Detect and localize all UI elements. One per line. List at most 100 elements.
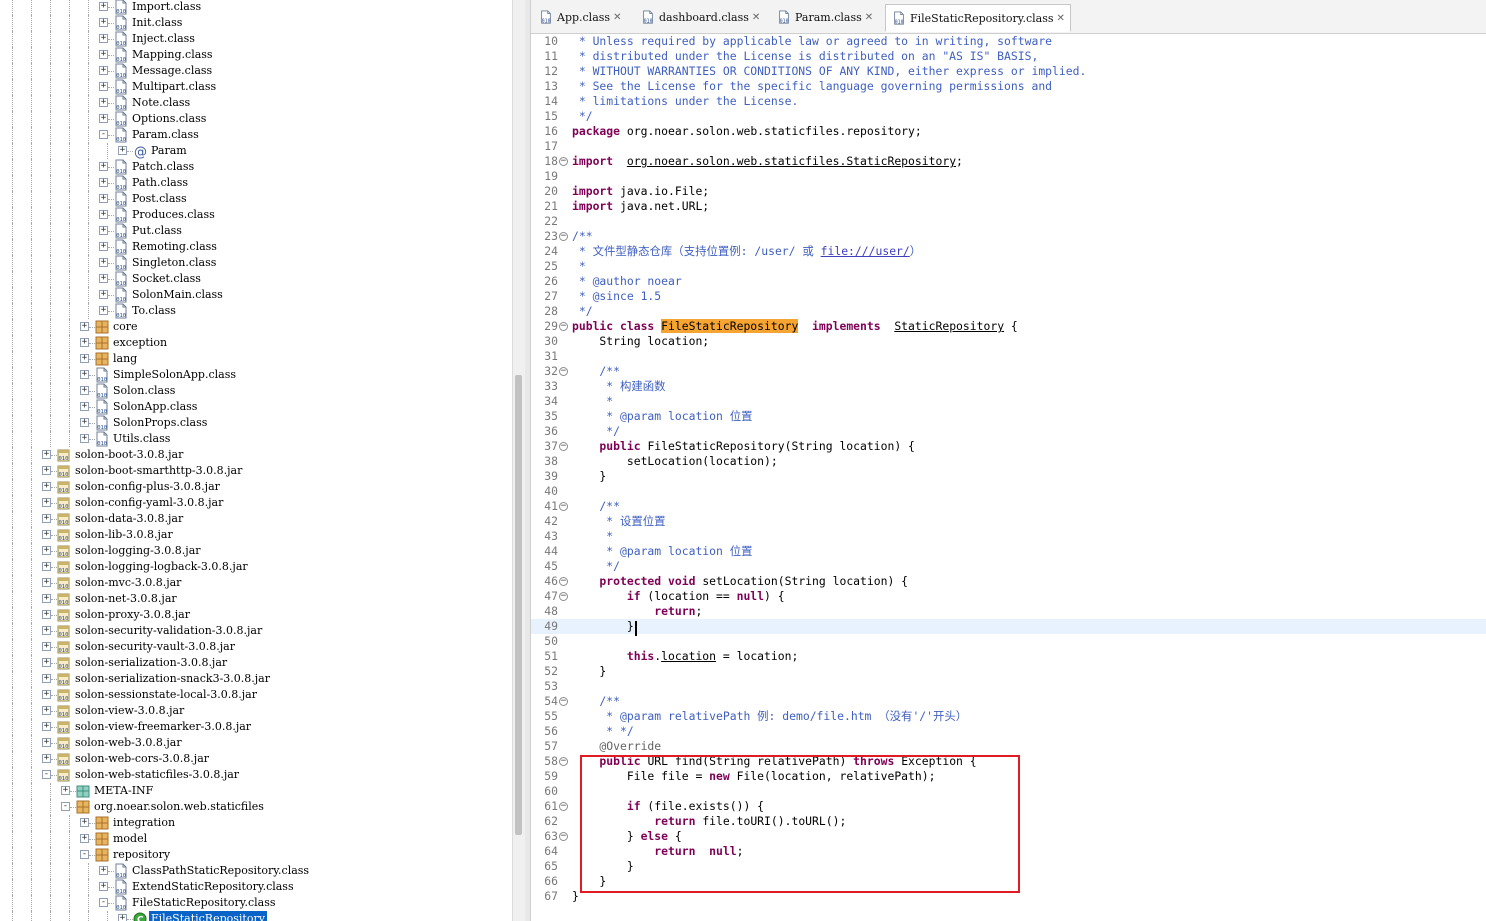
tree-node[interactable]: +010 Remoting.class (0, 239, 512, 255)
tree-node-label[interactable]: Import.class (130, 0, 203, 15)
tree-node[interactable]: +010 Options.class (0, 111, 512, 127)
tree-node[interactable]: +010 Note.class (0, 95, 512, 111)
expand-toggle-icon[interactable]: + (80, 418, 89, 427)
collapse-toggle-icon[interactable]: - (42, 770, 51, 779)
fold-collapse-icon[interactable]: − (559, 832, 568, 841)
code-line[interactable]: 27 * @since 1.5 (531, 289, 1486, 304)
tree-node-label[interactable]: org.noear.solon.web.staticfiles (92, 799, 266, 815)
code-line[interactable]: 44 * @param location 位置 (531, 544, 1486, 559)
expand-toggle-icon[interactable]: + (42, 642, 51, 651)
code-line[interactable]: 21 import java.net.URL; (531, 199, 1486, 214)
tree-node[interactable]: +010 Produces.class (0, 207, 512, 223)
code-line[interactable]: 37− public FileStaticRepository(String l… (531, 439, 1486, 454)
collapse-toggle-icon[interactable]: - (80, 850, 89, 859)
code-line[interactable]: 25 * (531, 259, 1486, 274)
tree-node[interactable]: + core (0, 319, 512, 335)
expand-toggle-icon[interactable]: + (42, 706, 51, 715)
tree-node-label[interactable]: FileStaticRepository.class (130, 895, 278, 911)
tree-node-label[interactable]: Socket.class (130, 271, 203, 287)
close-tab-icon[interactable]: ✕ (752, 12, 761, 22)
tree-node-label[interactable]: Options.class (130, 111, 208, 127)
code-line[interactable]: 32− /** (531, 364, 1486, 379)
code-line[interactable]: 40 (531, 484, 1486, 499)
tree-node[interactable]: + lang (0, 351, 512, 367)
tree-node[interactable]: +010 Mapping.class (0, 47, 512, 63)
code-line[interactable]: 17 (531, 139, 1486, 154)
expand-toggle-icon[interactable]: + (42, 514, 51, 523)
tree-node[interactable]: +010 solon-web-3.0.8.jar (0, 735, 512, 751)
tree-node-label[interactable]: solon-config-yaml-3.0.8.jar (73, 495, 225, 511)
tree-node[interactable]: +010 Patch.class (0, 159, 512, 175)
tree-node[interactable]: +010 solon-proxy-3.0.8.jar (0, 607, 512, 623)
tree-node[interactable]: +010 SolonMain.class (0, 287, 512, 303)
tree-node[interactable]: +010 solon-view-freemarker-3.0.8.jar (0, 719, 512, 735)
expand-toggle-icon[interactable]: + (42, 610, 51, 619)
tree-node[interactable]: +010 solon-net-3.0.8.jar (0, 591, 512, 607)
collapse-toggle-icon[interactable]: - (99, 898, 108, 907)
tree-node[interactable]: -010 FileStaticRepository.class (0, 895, 512, 911)
expand-toggle-icon[interactable]: + (99, 162, 108, 171)
expand-toggle-icon[interactable]: + (99, 258, 108, 267)
code-line[interactable]: 24 * 文件型静态仓库（支持位置例: /user/ 或 file:///use… (531, 244, 1486, 259)
code-line[interactable]: 56 * */ (531, 724, 1486, 739)
code-line[interactable]: 22 (531, 214, 1486, 229)
expand-toggle-icon[interactable]: + (99, 210, 108, 219)
tree-node[interactable]: +010 Message.class (0, 63, 512, 79)
expand-toggle-icon[interactable]: + (99, 274, 108, 283)
tree-node-label[interactable]: solon-sessionstate-local-3.0.8.jar (73, 687, 259, 703)
tree-node-label[interactable]: Multipart.class (130, 79, 218, 95)
tree-node[interactable]: +010 To.class (0, 303, 512, 319)
tree-node-label[interactable]: Put.class (130, 223, 184, 239)
editor-tab[interactable]: 010 FileStaticRepository.class ✕ (885, 4, 1071, 32)
tree-node[interactable]: +010 solon-data-3.0.8.jar (0, 511, 512, 527)
expand-toggle-icon[interactable]: + (42, 594, 51, 603)
tree-node-label[interactable]: Param (149, 143, 189, 159)
expand-toggle-icon[interactable]: + (80, 434, 89, 443)
expand-toggle-icon[interactable]: + (80, 818, 89, 827)
code-line[interactable]: 10 * Unless required by applicable law o… (531, 34, 1486, 49)
expand-toggle-icon[interactable]: + (99, 114, 108, 123)
expand-toggle-icon[interactable]: + (80, 322, 89, 331)
tree-node[interactable]: + model (0, 831, 512, 847)
tree-node[interactable]: +010 Utils.class (0, 431, 512, 447)
tree-node[interactable]: + exception (0, 335, 512, 351)
code-line[interactable]: 35 * @param location 位置 (531, 409, 1486, 424)
tree-node[interactable]: +010 Put.class (0, 223, 512, 239)
expand-toggle-icon[interactable]: + (42, 722, 51, 731)
expand-toggle-icon[interactable]: + (99, 66, 108, 75)
expand-toggle-icon[interactable]: + (80, 402, 89, 411)
close-tab-icon[interactable]: ✕ (865, 12, 874, 22)
expand-toggle-icon[interactable]: + (99, 290, 108, 299)
tree-node-label[interactable]: solon-web-staticfiles-3.0.8.jar (73, 767, 241, 783)
tree-node-label[interactable]: solon-serialization-3.0.8.jar (73, 655, 229, 671)
code-line[interactable]: 41− /** (531, 499, 1486, 514)
code-line[interactable]: 15 */ (531, 109, 1486, 124)
tree-node[interactable]: +010 SolonApp.class (0, 399, 512, 415)
expand-toggle-icon[interactable]: + (80, 370, 89, 379)
tree-node[interactable]: +010 solon-web-cors-3.0.8.jar (0, 751, 512, 767)
tree-node[interactable]: +010 Init.class (0, 15, 512, 31)
tree-node[interactable]: +010 Solon.class (0, 383, 512, 399)
code-line[interactable]: 46− protected void setLocation(String lo… (531, 574, 1486, 589)
tree-node-label[interactable]: repository (111, 847, 172, 863)
expand-toggle-icon[interactable]: + (80, 386, 89, 395)
code-line[interactable]: 55 * @param relativePath 例: demo/file.ht… (531, 709, 1486, 724)
tree-node[interactable]: +010 solon-config-yaml-3.0.8.jar (0, 495, 512, 511)
expand-toggle-icon[interactable]: + (42, 690, 51, 699)
tree-node-label[interactable]: solon-logging-3.0.8.jar (73, 543, 203, 559)
tree-node[interactable]: +010 Multipart.class (0, 79, 512, 95)
code-line[interactable]: 12 * WITHOUT WARRANTIES OR CONDITIONS OF… (531, 64, 1486, 79)
tree-node[interactable]: +010 solon-serialization-snack3-3.0.8.jar (0, 671, 512, 687)
tree-node[interactable]: +010 ExtendStaticRepository.class (0, 879, 512, 895)
tree-node[interactable]: +010 solon-lib-3.0.8.jar (0, 527, 512, 543)
tree-node-label[interactable]: solon-view-freemarker-3.0.8.jar (73, 719, 253, 735)
tree-node-label[interactable]: Message.class (130, 63, 214, 79)
tree-node-label[interactable]: solon-config-plus-3.0.8.jar (73, 479, 222, 495)
tree-node[interactable]: +010 solon-security-vault-3.0.8.jar (0, 639, 512, 655)
fold-collapse-icon[interactable]: − (559, 592, 568, 601)
code-line[interactable]: 49 } (531, 619, 1486, 634)
tree-node-label[interactable]: solon-view-3.0.8.jar (73, 703, 186, 719)
fold-collapse-icon[interactable]: − (559, 232, 568, 241)
close-tab-icon[interactable]: ✕ (1057, 13, 1066, 23)
code-line[interactable]: 36 */ (531, 424, 1486, 439)
